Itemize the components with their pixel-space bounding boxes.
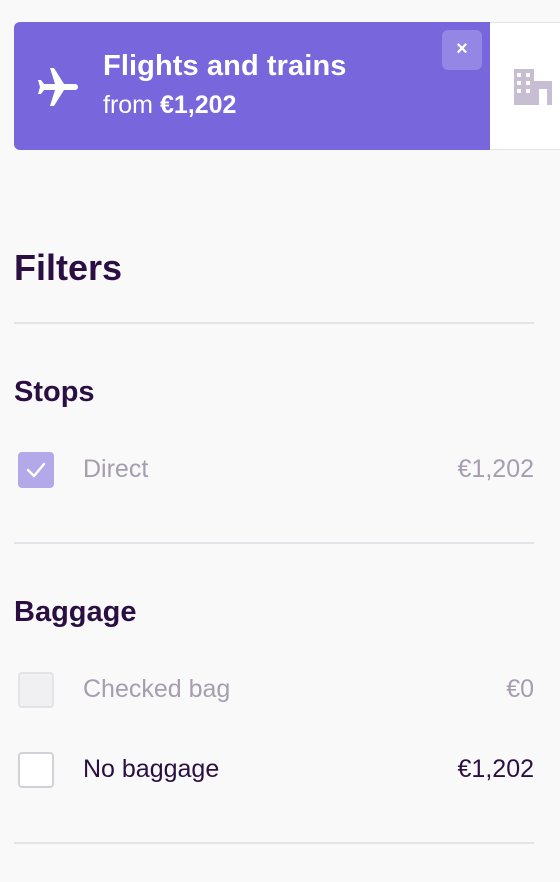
stays-card[interactable] bbox=[490, 22, 560, 150]
baggage-option-checked-bag[interactable]: Checked bag €0 bbox=[18, 671, 534, 713]
building-icon bbox=[512, 65, 556, 109]
divider bbox=[14, 322, 534, 324]
stops-section-title: Stops bbox=[14, 376, 95, 408]
baggage-section-title: Baggage bbox=[14, 596, 137, 628]
option-label: Direct bbox=[83, 455, 149, 483]
card-subtitle-price: €1,202 bbox=[159, 91, 237, 119]
divider bbox=[14, 842, 534, 844]
no-baggage-checkbox[interactable] bbox=[18, 752, 54, 788]
card-subtitle-prefix: from bbox=[103, 91, 153, 119]
stops-option-direct[interactable]: Direct €1,202 bbox=[18, 451, 534, 493]
checked-bag-checkbox[interactable] bbox=[18, 672, 54, 708]
filters-title: Filters bbox=[14, 247, 123, 288]
close-button[interactable]: × bbox=[442, 30, 482, 70]
flights-trains-card[interactable]: Flights and trains from €1,202 × bbox=[14, 22, 490, 150]
card-subtitle: from €1,202 bbox=[103, 91, 236, 120]
option-label: No baggage bbox=[83, 755, 220, 783]
option-price: €1,202 bbox=[457, 455, 534, 483]
checkmark-icon bbox=[26, 462, 46, 478]
airplane-icon bbox=[34, 64, 82, 112]
divider bbox=[14, 542, 534, 544]
option-label: Checked bag bbox=[83, 675, 231, 703]
direct-checkbox[interactable] bbox=[18, 452, 54, 488]
option-price: €1,202 bbox=[457, 755, 534, 783]
option-price: €0 bbox=[506, 675, 534, 703]
card-title: Flights and trains bbox=[103, 50, 347, 82]
baggage-option-no-baggage[interactable]: No baggage €1,202 bbox=[18, 751, 534, 793]
transport-card-strip: Flights and trains from €1,202 × bbox=[14, 22, 560, 150]
